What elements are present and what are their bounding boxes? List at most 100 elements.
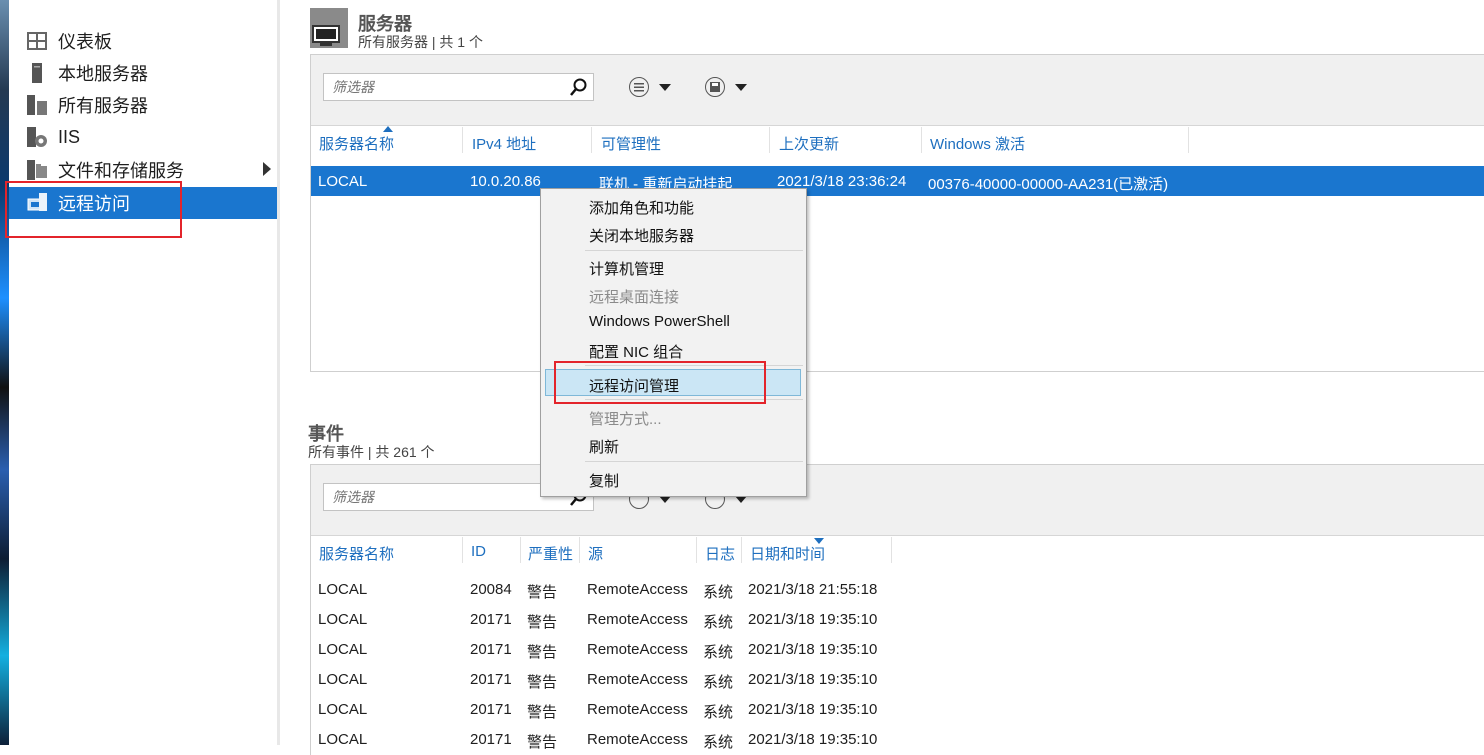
cell-log: 系统 <box>703 674 734 691</box>
column-divider <box>1188 127 1189 153</box>
cell-datetime: 2021/3/18 21:55:18 <box>748 581 878 598</box>
menu-item-computer-management[interactable]: 计算机管理 <box>589 258 664 279</box>
menu-item-shutdown-local-server[interactable]: 关闭本地服务器 <box>589 225 694 246</box>
sort-ascending-icon <box>383 126 393 132</box>
menu-item-add-roles[interactable]: 添加角色和功能 <box>589 197 694 218</box>
list-options-button[interactable] <box>629 77 671 97</box>
column-header-ipv4[interactable]: IPv4 地址 <box>472 133 536 154</box>
menu-item-copy[interactable]: 复制 <box>589 470 619 491</box>
menu-separator <box>585 461 803 462</box>
menu-item-remote-desktop[interactable]: 远程桌面连接 <box>589 286 679 307</box>
events-filter-input[interactable] <box>330 484 564 510</box>
cell-source: RemoteAccess <box>587 611 688 628</box>
menu-item-configure-nic-teaming[interactable]: 配置 NIC 组合 <box>589 341 683 362</box>
cell-datetime: 2021/3/18 19:35:10 <box>748 671 878 688</box>
cell-severity: 警告 <box>527 704 558 721</box>
servers-filter-box[interactable] <box>323 73 594 101</box>
column-header-log[interactable]: 日志 <box>705 543 735 564</box>
column-divider <box>769 127 770 153</box>
column-divider <box>741 537 742 563</box>
table-row[interactable]: LOCAL 20084 警告 RemoteAccess 系统 2021/3/18… <box>311 581 1484 611</box>
sidebar-item-all-servers[interactable]: 所有服务器 <box>9 89 277 121</box>
column-divider <box>579 537 580 563</box>
sidebar-item-label: 所有服务器 <box>58 96 148 116</box>
cell-id: 20171 <box>470 731 512 748</box>
table-row[interactable]: LOCAL 20171 警告 RemoteAccess 系统 2021/3/18… <box>311 611 1484 641</box>
table-row[interactable]: LOCAL 10.0.20.86 联机 - 重新启动挂起 2021/3/18 2… <box>311 166 1484 196</box>
column-divider <box>462 127 463 153</box>
save-icon <box>705 77 725 97</box>
sidebar-item-label: 仪表板 <box>58 32 112 52</box>
cell-server-name: LOCAL <box>318 173 368 190</box>
chevron-down-icon <box>735 83 747 91</box>
cell-log: 系统 <box>703 644 734 661</box>
sidebar-item-label: 本地服务器 <box>58 64 148 84</box>
cell-log: 系统 <box>703 614 734 631</box>
server-icon <box>26 62 48 84</box>
sidebar-item-iis[interactable]: IIS <box>9 121 277 153</box>
sidebar-item-label: 文件和存储服务 <box>58 161 184 181</box>
annotation-highlight-box <box>554 361 766 404</box>
table-row[interactable]: LOCAL 20171 警告 RemoteAccess 系统 2021/3/18… <box>311 701 1484 731</box>
column-header-server-name[interactable]: 服务器名称 <box>319 133 394 154</box>
column-divider <box>891 537 892 563</box>
cell-server-name: LOCAL <box>318 581 368 598</box>
column-divider <box>520 537 521 563</box>
cell-log: 系统 <box>703 704 734 721</box>
column-header-severity[interactable]: 严重性 <box>528 543 573 564</box>
cell-datetime: 2021/3/18 19:35:10 <box>748 611 878 628</box>
cell-id: 20171 <box>470 641 512 658</box>
file-storage-icon <box>26 159 48 181</box>
menu-item-manage-as[interactable]: 管理方式... <box>589 408 662 429</box>
column-header-windows-activation[interactable]: Windows 激活 <box>930 133 1025 154</box>
cell-windows-activation: 00376-40000-00000-AA231(已激活) <box>928 176 1169 193</box>
cell-datetime: 2021/3/18 19:35:10 <box>748 731 878 748</box>
cell-source: RemoteAccess <box>587 701 688 718</box>
column-divider <box>591 127 592 153</box>
cell-source: RemoteAccess <box>587 731 688 748</box>
sidebar-item-dashboard[interactable]: 仪表板 <box>9 25 277 57</box>
cell-source: RemoteAccess <box>587 641 688 658</box>
sidebar-item-local-server[interactable]: 本地服务器 <box>9 57 277 89</box>
servers-filter-input[interactable] <box>330 74 564 100</box>
column-header-manageability[interactable]: 可管理性 <box>601 133 661 154</box>
desktop-background-strip <box>0 0 9 745</box>
table-row[interactable]: LOCAL 20171 警告 RemoteAccess 系统 2021/3/18… <box>311 671 1484 701</box>
list-icon <box>629 77 649 97</box>
column-header-id[interactable]: ID <box>471 543 486 560</box>
cell-server-name: LOCAL <box>318 731 368 748</box>
column-divider <box>462 537 463 563</box>
servers-toolbar <box>311 55 1484 126</box>
column-divider <box>696 537 697 563</box>
cell-severity: 警告 <box>527 674 558 691</box>
cell-datetime: 2021/3/18 19:35:10 <box>748 701 878 718</box>
column-header-server-name[interactable]: 服务器名称 <box>319 543 394 564</box>
menu-item-powershell[interactable]: Windows PowerShell <box>589 313 730 330</box>
cell-server-name: LOCAL <box>318 671 368 688</box>
column-header-source[interactable]: 源 <box>588 543 603 564</box>
cell-id: 20084 <box>470 581 512 598</box>
column-header-datetime[interactable]: 日期和时间 <box>750 543 825 564</box>
cell-log: 系统 <box>703 734 734 751</box>
column-divider <box>921 127 922 153</box>
menu-item-refresh[interactable]: 刷新 <box>589 436 619 457</box>
search-icon[interactable] <box>569 77 589 97</box>
context-menu: 添加角色和功能 关闭本地服务器 计算机管理 远程桌面连接 Windows Pow… <box>540 188 807 497</box>
events-toolbar <box>311 465 1484 536</box>
cell-server-name: LOCAL <box>318 701 368 718</box>
expand-arrow-icon[interactable] <box>263 162 271 176</box>
iis-icon <box>26 126 48 148</box>
cell-source: RemoteAccess <box>587 671 688 688</box>
cell-datetime: 2021/3/18 19:35:10 <box>748 641 878 658</box>
cell-source: RemoteAccess <box>587 581 688 598</box>
cell-server-name: LOCAL <box>318 611 368 628</box>
cell-id: 20171 <box>470 671 512 688</box>
cell-severity: 警告 <box>527 614 558 631</box>
table-row[interactable]: LOCAL 20171 警告 RemoteAccess 系统 2021/3/18… <box>311 641 1484 671</box>
cell-log: 系统 <box>703 584 734 601</box>
table-row[interactable]: LOCAL 20171 警告 RemoteAccess 系统 2021/3/18… <box>311 731 1484 751</box>
events-subtitle: 所有事件 | 共 261 个 <box>308 444 435 460</box>
cell-id: 20171 <box>470 701 512 718</box>
column-header-last-update[interactable]: 上次更新 <box>779 133 839 154</box>
save-query-button[interactable] <box>705 77 747 97</box>
